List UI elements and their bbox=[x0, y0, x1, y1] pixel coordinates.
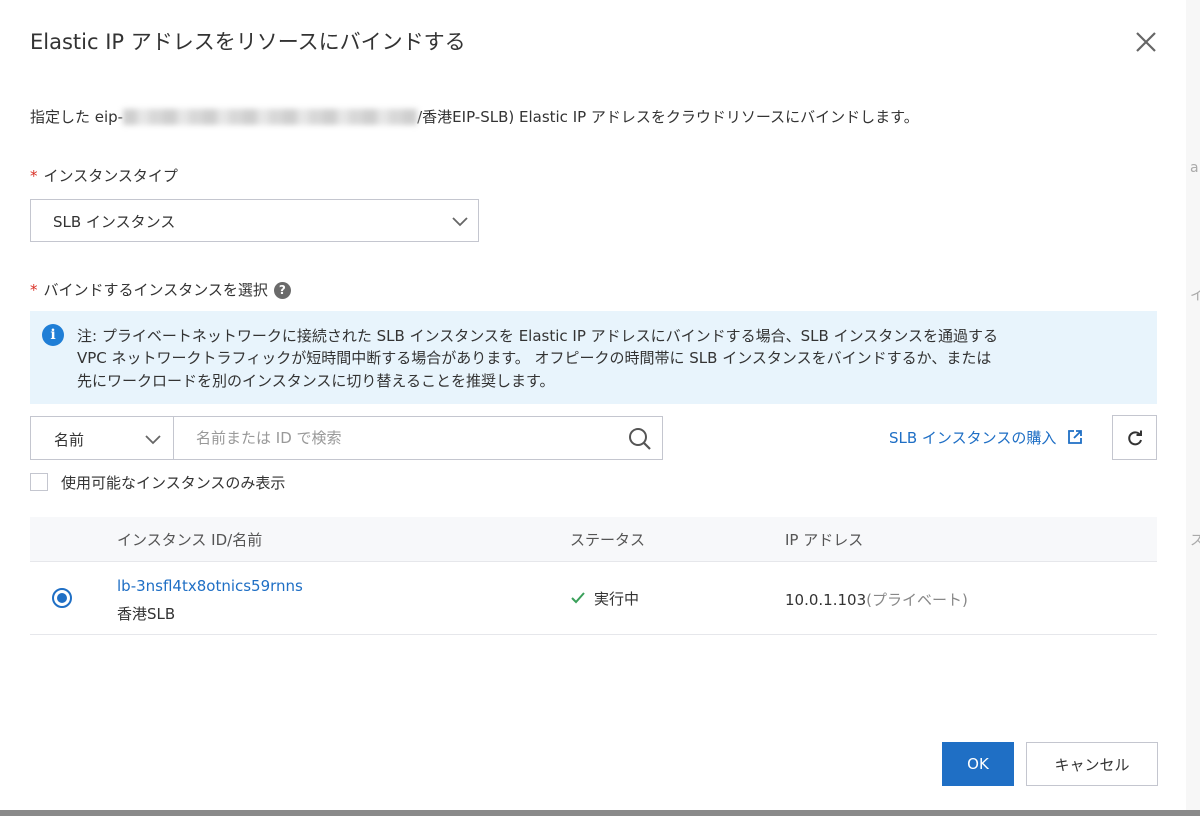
chevron-down-icon bbox=[145, 435, 161, 445]
info-icon: i bbox=[42, 324, 64, 346]
dialog-title: Elastic IP アドレスをリソースにバインドする bbox=[30, 30, 466, 54]
help-icon[interactable]: ? bbox=[273, 282, 291, 299]
status-text: 実行中 bbox=[594, 590, 640, 608]
close-icon[interactable] bbox=[1132, 28, 1160, 56]
ip-address: 10.0.1.103 bbox=[785, 591, 867, 609]
status-cell: 実行中 bbox=[570, 588, 639, 609]
dialog-description: 指定した eip- /香港EIP-SLB) Elastic IP アドレスをクラウ… bbox=[30, 106, 919, 127]
chevron-down-icon bbox=[452, 217, 468, 227]
search-box bbox=[173, 416, 663, 460]
instance-type-value: SLB インスタンス bbox=[53, 213, 176, 231]
required-marker: * bbox=[30, 281, 38, 299]
instance-type-select[interactable]: SLB インスタンス bbox=[30, 199, 479, 242]
buy-slb-link[interactable]: SLB インスタンスの購入 bbox=[889, 427, 1083, 448]
description-suffix: /香港EIP-SLB) Elastic IP アドレスをクラウドリソースにバイン… bbox=[417, 108, 919, 126]
search-input[interactable] bbox=[174, 417, 614, 459]
required-marker: * bbox=[30, 167, 38, 185]
instance-type-label: * インスタンスタイプ bbox=[30, 165, 178, 186]
available-only-label[interactable]: 使用可能なインスタンスのみ表示 bbox=[61, 472, 285, 493]
redacted-eip-id bbox=[123, 108, 418, 125]
background-page-edge: a イ ス bbox=[1186, 0, 1200, 810]
ip-type: (プライベート) bbox=[866, 591, 968, 609]
select-instance-label-text: バインドするインスタンスを選択 bbox=[43, 281, 268, 299]
column-header-ip: IP アドレス bbox=[785, 531, 864, 549]
column-header-instance: インスタンス ID/名前 bbox=[117, 531, 263, 549]
ok-button[interactable]: OK bbox=[942, 742, 1014, 786]
notice-line-1: 注: プライベートネットワークに接続された SLB インスタンスを Elasti… bbox=[77, 327, 998, 345]
available-only-checkbox[interactable] bbox=[30, 473, 48, 491]
notice-banner: i 注: プライベートネットワークに接続された SLB インスタンスを Elas… bbox=[30, 311, 1157, 404]
buy-slb-link-text: SLB インスタンスの購入 bbox=[889, 429, 1057, 447]
description-prefix: 指定した eip- bbox=[30, 108, 124, 126]
ip-cell: 10.0.1.103(プライベート) bbox=[785, 589, 968, 610]
notice-line-2: VPC ネットワークトラフィックが短時間中断する場合があります。 オフピークの時… bbox=[77, 349, 992, 367]
refresh-button[interactable] bbox=[1112, 415, 1157, 460]
external-link-icon bbox=[1068, 430, 1083, 444]
table-row[interactable]: lb-3nsfl4tx8otnics59rnns 香港SLB 実行中 10.0.… bbox=[30, 562, 1157, 635]
cancel-button[interactable]: キャンセル bbox=[1026, 742, 1158, 786]
filter-field-select[interactable]: 名前 bbox=[30, 416, 174, 460]
bind-eip-dialog: Elastic IP アドレスをリソースにバインドする 指定した eip- /香港… bbox=[0, 0, 1186, 810]
column-header-status: ステータス bbox=[570, 531, 646, 549]
check-icon bbox=[571, 592, 585, 604]
search-icon[interactable] bbox=[627, 426, 653, 452]
filter-field-value: 名前 bbox=[54, 431, 85, 449]
select-instance-label: * バインドするインスタンスを選択? bbox=[30, 279, 291, 300]
table-header: インスタンス ID/名前 ステータス IP アドレス bbox=[30, 517, 1157, 562]
instance-type-label-text: インスタンスタイプ bbox=[43, 167, 178, 185]
notice-line-3: 先にワークロードを別のインスタンスに切り替えることを推奨します。 bbox=[77, 372, 555, 390]
refresh-icon bbox=[1128, 430, 1142, 446]
instance-radio[interactable] bbox=[52, 588, 72, 608]
instance-id-link[interactable]: lb-3nsfl4tx8otnics59rnns bbox=[117, 577, 303, 595]
instance-name: 香港SLB bbox=[117, 605, 176, 623]
